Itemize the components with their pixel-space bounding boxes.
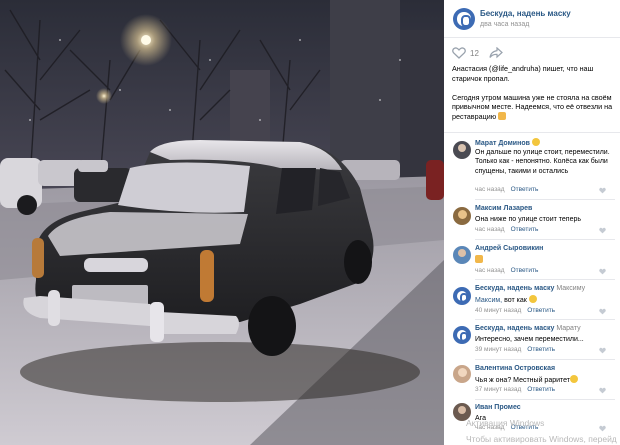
comment-author[interactable]: Максим Лазарев [475, 205, 532, 212]
post-text-line1: Анастасия (@life_andruha) пишет, что наш… [452, 64, 594, 83]
group-name-link[interactable]: Бескуда, надень маску [480, 9, 571, 18]
group-logo-icon [456, 329, 469, 342]
post-time[interactable]: два часа назад [480, 21, 529, 28]
reply-button[interactable]: Ответить [511, 267, 539, 274]
commenter-avatar[interactable] [453, 141, 471, 159]
share-icon[interactable] [489, 47, 503, 59]
commenter-avatar[interactable] [453, 287, 471, 305]
comment-text [475, 255, 615, 265]
comment-author[interactable]: Бескуда, надень маску Максиму [475, 285, 585, 292]
comment-divider [475, 319, 615, 320]
commenter-avatar[interactable] [453, 207, 471, 225]
commenter-avatar[interactable] [453, 326, 471, 344]
comment-author[interactable]: Иван Промес [475, 404, 521, 411]
comment-author[interactable]: Валентина Островская [475, 365, 555, 372]
heart-icon[interactable] [452, 47, 466, 59]
like-small-icon[interactable] [599, 425, 606, 432]
comment-divider [475, 279, 615, 280]
like-small-icon[interactable] [599, 268, 606, 275]
comment-meta: 40 минут назад Ответить [475, 307, 555, 314]
reply-button[interactable]: Ответить [511, 186, 539, 193]
comment-divider [475, 399, 615, 400]
post-photo[interactable] [0, 0, 444, 445]
post-text: Анастасия (@life_andruha) пишет, что наш… [452, 64, 616, 122]
comment-time[interactable]: 37 минут назад [475, 386, 521, 393]
comment-meta: час назад Ответить [475, 186, 538, 193]
post-text-line2: Сегодня утром машина уже не стояла на св… [452, 92, 613, 121]
praying-hands-emoji-icon [475, 255, 483, 263]
mention-link[interactable]: Максим, [475, 297, 502, 304]
post-header: Бескуда, надень маску два часа назад [444, 0, 620, 38]
comment-time[interactable]: 39 минут назад [475, 346, 521, 353]
photo-scene [0, 0, 444, 445]
comment-divider [475, 199, 615, 200]
comment-author[interactable]: Марат Доминов [475, 138, 540, 147]
group-avatar[interactable] [453, 8, 475, 30]
comment-text: Интересно, зачем переместили... [475, 336, 584, 343]
praying-hands-emoji-icon [498, 111, 507, 120]
os-activation-watermark-title: Активация Windows [466, 418, 545, 428]
comment-time[interactable]: 40 минут назад [475, 307, 521, 314]
commenter-avatar[interactable] [453, 365, 471, 383]
comments-list: Марат Доминов Он дальше по улице стоит, … [444, 132, 620, 432]
emoji-icon [570, 375, 579, 383]
reply-button[interactable]: Ответить [511, 226, 539, 233]
comment-meta: час назад Ответить [475, 267, 538, 274]
comment-divider [475, 359, 615, 360]
comment-meta: час назад Ответить [475, 226, 538, 233]
like-small-icon[interactable] [599, 308, 606, 315]
comment-time[interactable]: час назад [475, 186, 505, 193]
reply-button[interactable]: Ответить [527, 346, 555, 353]
comment-text: Она ниже по улице стоит теперь [475, 216, 582, 223]
post-panel: Бескуда, надень маску два часа назад 12 … [444, 0, 620, 445]
emoji-icon [528, 295, 537, 303]
post-actions: 12 [452, 46, 503, 60]
like-small-icon[interactable] [599, 227, 606, 234]
os-activation-watermark-text: Чтобы активировать Windows, перейд [466, 434, 617, 444]
comment-time[interactable]: час назад [475, 267, 505, 274]
comment-time[interactable]: час назад [475, 226, 505, 233]
comment-author[interactable]: Андрей Сыровикин [475, 245, 543, 252]
group-logo-icon [457, 12, 472, 27]
comment-text: Он дальше по улице стоит, переместили. Т… [475, 149, 610, 175]
comment-text: Максим, вот как [475, 295, 615, 305]
like-small-icon[interactable] [599, 347, 606, 354]
like-small-icon[interactable] [599, 187, 606, 194]
comment-author[interactable]: Бескуда, надень маску Марату [475, 325, 581, 332]
reply-button[interactable]: Ответить [527, 307, 555, 314]
comment-text: Чья ж она? Местный раритет [475, 375, 615, 385]
commenter-avatar[interactable] [453, 246, 471, 264]
like-small-icon[interactable] [599, 387, 606, 394]
comment-divider [475, 239, 615, 240]
emoji-icon [531, 138, 540, 146]
comment-meta: 37 минут назад Ответить [475, 386, 555, 393]
comment-meta: 39 минут назад Ответить [475, 346, 555, 353]
group-logo-icon [456, 290, 469, 303]
reply-button[interactable]: Ответить [527, 386, 555, 393]
like-count: 12 [470, 48, 479, 58]
